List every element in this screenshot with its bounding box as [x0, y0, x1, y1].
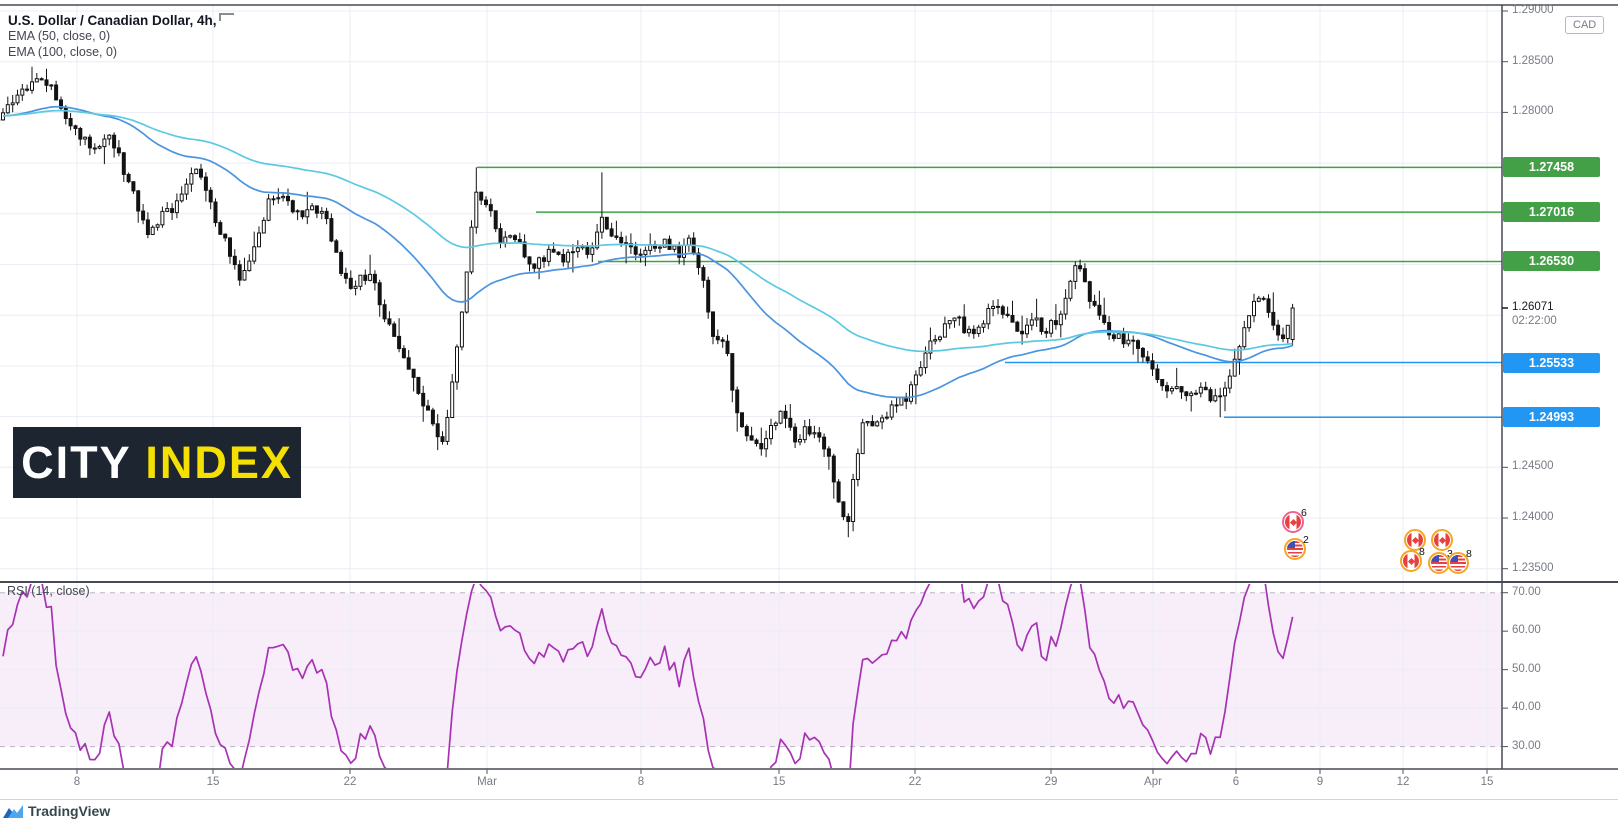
event-count-badge: 2	[1303, 534, 1309, 546]
watermark-city: CITY	[21, 427, 145, 498]
price-level-label: 1.25533	[1503, 353, 1600, 373]
rsi-tick-label: 70.00	[1512, 586, 1541, 598]
price-level-label: 1.27458	[1503, 157, 1600, 177]
event-count-badge: 6	[1301, 507, 1307, 519]
us-flag	[1450, 555, 1466, 571]
time-tick-label: 8	[55, 776, 99, 788]
economic-event-ca-flag-icon[interactable]: 6	[1282, 511, 1304, 533]
canada-flag	[1434, 532, 1450, 548]
time-tick-label: 9	[1298, 776, 1342, 788]
bar-countdown-label: 02:22:00	[1512, 315, 1557, 327]
currency-toggle-button[interactable]: CAD	[1565, 16, 1604, 34]
last-price-label: 1.26071	[1512, 301, 1554, 313]
chart-legend: U.S. Dollar / Canadian Dollar, 4h, EMA (…	[8, 13, 217, 60]
time-tick-label: 29	[1029, 776, 1073, 788]
canada-flag	[1285, 514, 1301, 530]
time-tick-label: 22	[328, 776, 372, 788]
time-tick-label: 15	[191, 776, 235, 788]
rsi-tick-label: 50.00	[1512, 663, 1541, 675]
rsi-tick-label: 30.00	[1512, 740, 1541, 752]
price-tick-label: 1.24000	[1512, 511, 1554, 523]
tradingview-chart-window: U.S. Dollar / Canadian Dollar, 4h, EMA (…	[0, 0, 1618, 821]
us-flag	[1431, 555, 1447, 571]
rsi-tick-label: 40.00	[1512, 701, 1541, 713]
event-count-badge: 8	[1419, 546, 1425, 558]
legend-artifact	[219, 13, 234, 21]
footer-bar: TradingView	[0, 799, 1618, 821]
price-tick-label: 1.23500	[1512, 562, 1554, 574]
time-tick-label: Mar	[465, 776, 509, 788]
time-tick-label: 15	[1465, 776, 1509, 788]
rsi-indicator-label[interactable]: RSI (14, close)	[7, 584, 90, 598]
price-tick-label: 1.28000	[1512, 105, 1554, 117]
price-level-label: 1.24993	[1503, 407, 1600, 427]
rsi-tick-label: 60.00	[1512, 624, 1541, 636]
time-tick-label: 6	[1214, 776, 1258, 788]
event-count-badge: 8	[1466, 548, 1472, 560]
watermark-index: INDEX	[145, 427, 293, 498]
price-level-label: 1.26530	[1503, 251, 1600, 271]
indicator-legend-ema50[interactable]: EMA (50, close, 0)	[8, 29, 217, 45]
indicator-legend-ema100[interactable]: EMA (100, close, 0)	[8, 45, 217, 61]
economic-event-us-flag-icon[interactable]: 8	[1447, 552, 1469, 574]
time-tick-label: 8	[619, 776, 663, 788]
tradingview-brand-text[interactable]: TradingView	[28, 803, 110, 819]
economic-event-us-flag-icon[interactable]: 2	[1284, 538, 1306, 560]
time-tick-label: 15	[757, 776, 801, 788]
time-tick-label: 22	[893, 776, 937, 788]
symbol-title[interactable]: U.S. Dollar / Canadian Dollar, 4h,	[8, 13, 217, 29]
price-level-label: 1.27016	[1503, 202, 1600, 222]
tradingview-logo-icon[interactable]	[3, 804, 23, 819]
chart-canvas[interactable]	[0, 0, 1618, 821]
price-tick-label: 1.24500	[1512, 460, 1554, 472]
time-tick-label: Apr	[1131, 776, 1175, 788]
us-flag	[1287, 541, 1303, 557]
price-tick-label: 1.28500	[1512, 55, 1554, 67]
time-tick-label: 12	[1381, 776, 1425, 788]
economic-event-ca-flag-icon[interactable]: 8	[1400, 550, 1422, 572]
city-index-watermark: CITY INDEX	[13, 427, 301, 498]
canada-flag	[1403, 553, 1419, 569]
price-tick-label: 1.29000	[1512, 4, 1554, 16]
